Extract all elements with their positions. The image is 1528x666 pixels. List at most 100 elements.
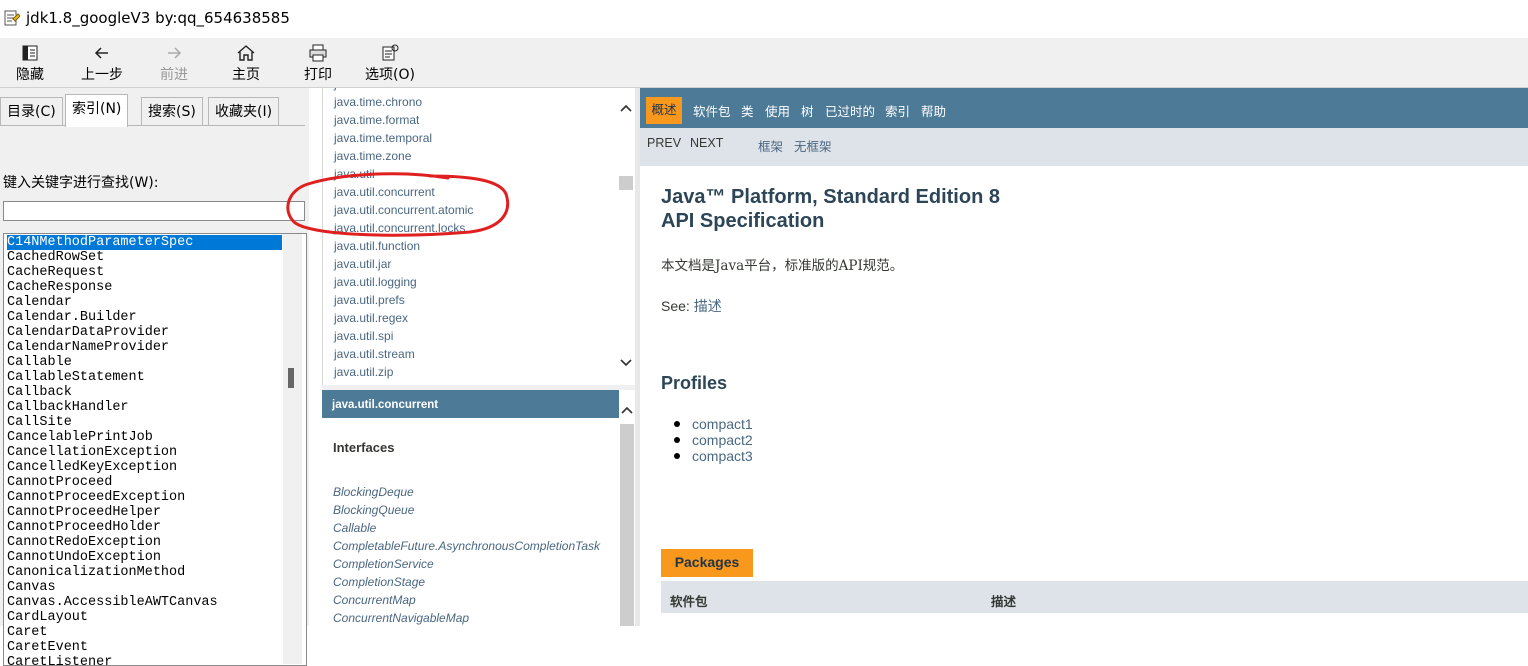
page-description: 本文档是Java平台，标准版的API规范。 [661,258,904,274]
nav-item-package[interactable]: 软件包 [693,101,731,120]
index-list-item[interactable]: CardLayout [7,610,282,625]
hide-icon [8,40,52,66]
tab-contents[interactable]: 目录(C) [0,97,63,126]
profiles-heading: Profiles [661,373,728,393]
index-list-item[interactable]: CannotProceedHelper [7,505,282,520]
top-nav-bar: 概述 软件包 类 使用 树 已过时的 索引 帮助 [640,88,1528,128]
print-icon [296,40,340,66]
options-button[interactable]: 选项(O) [360,38,420,87]
package-link[interactable]: java.util.prefs [334,291,405,309]
home-button[interactable]: 主页 [224,38,268,87]
tab-favorites[interactable]: 收藏夹(I) [208,97,280,126]
profile-link[interactable]: compact2 [674,432,753,448]
package-link[interactable]: java.util.spi [334,327,393,345]
interface-link[interactable]: BlockingDeque [333,483,414,501]
index-list-item[interactable]: CallableStatement [7,370,282,385]
interfaces-heading: Interfaces [333,440,395,455]
package-link[interactable]: java.time.chrono [334,93,422,111]
scroll-up-icon[interactable] [619,102,633,116]
index-list-item[interactable]: CaretListener [7,655,282,665]
index-list-item[interactable]: CalendarDataProvider [7,325,282,340]
index-list-item[interactable]: CalendarNameProvider [7,340,282,355]
nav-item-deprecated[interactable]: 已过时的 [825,101,875,120]
profile-link[interactable]: compact1 [674,416,753,432]
index-list-item[interactable]: CacheResponse [7,280,282,295]
prev-link[interactable]: PREV [647,136,681,150]
class-list-frame: java.util.concurrent Interfaces Blocking… [322,390,619,626]
page-title-line2: API Specification [661,210,825,232]
tab-index[interactable]: 索引(N) [65,94,129,127]
packages-tab: Packages [661,549,753,577]
profile-label[interactable]: compact1 [692,416,753,432]
index-list-item[interactable]: C14NMethodParameterSpec [7,235,282,250]
index-list-item[interactable]: CancelablePrintJob [7,430,282,445]
nav-item-index[interactable]: 索引 [885,101,910,120]
index-list-item[interactable]: CallSite [7,415,282,430]
index-list-item[interactable]: CannotRedoException [7,535,282,550]
scroll-up-icon[interactable] [620,404,634,418]
see-line: See: 描述 [661,296,722,316]
index-list-item[interactable]: Caret [7,625,282,640]
index-list-item[interactable]: Canvas.AccessibleAWTCanvas [7,595,282,610]
sub-nav-bar: PREV NEXT 框架 无框架 [640,128,1528,166]
nav-item-help[interactable]: 帮助 [921,101,946,120]
forward-button[interactable]: 前进 [152,38,196,87]
keyword-input[interactable] [3,201,305,221]
profile-label[interactable]: compact3 [692,448,753,464]
index-list-item[interactable]: CacheRequest [7,265,282,280]
hide-button[interactable]: 隐藏 [8,38,52,87]
nav-overview[interactable]: 概述 [646,97,682,124]
index-list-item[interactable]: CannotProceedHolder [7,520,282,535]
interface-link[interactable]: CompletableFuture.AsynchronousCompletion… [333,537,600,555]
index-list-item[interactable]: Callable [7,355,282,370]
nav-item-use[interactable]: 使用 [765,101,790,120]
print-button[interactable]: 打印 [296,38,340,87]
index-list-item[interactable]: Calendar.Builder [7,310,282,325]
see-description-link[interactable]: 描述 [694,298,722,314]
index-list-item[interactable]: CaretEvent [7,640,282,655]
package-link[interactable]: java.time.temporal [334,129,432,147]
interface-link[interactable]: CompletionStage [333,573,425,591]
package-link[interactable]: java.util.zip [334,363,393,381]
scroll-down-icon[interactable] [619,355,633,369]
index-list-item[interactable]: CallbackHandler [7,400,282,415]
index-list-item[interactable]: CancellationException [7,445,282,460]
interface-link[interactable]: BlockingQueue [333,501,414,519]
profile-label[interactable]: compact2 [692,432,753,448]
package-list-scrollbar[interactable] [617,88,635,385]
back-button[interactable]: 上一步 [74,38,130,87]
interface-link[interactable]: ConcurrentMap [333,591,416,609]
package-link[interactable]: java.time.format [334,111,419,129]
package-link[interactable]: java.util.logging [334,273,417,291]
interface-link[interactable]: ConcurrentNavigableMap [333,609,469,626]
nav-item-class[interactable]: 类 [741,101,754,120]
class-list-scroll-thumb[interactable] [620,424,634,626]
package-list-scroll-thumb[interactable] [619,176,633,190]
index-list-item[interactable]: Calendar [7,295,282,310]
nav-item-tree[interactable]: 树 [801,101,814,120]
class-list-package-name[interactable]: java.util.concurrent [322,399,438,411]
class-list-header: java.util.concurrent [322,390,619,418]
interface-link[interactable]: Callable [333,519,376,537]
index-list-item[interactable]: Canvas [7,580,282,595]
interface-link[interactable]: CompletionService [333,555,434,573]
index-list-item[interactable]: CannotProceedException [7,490,282,505]
no-frames-link[interactable]: 无框架 [794,136,832,155]
index-list[interactable]: C14NMethodParameterSpec CachedRowSet Cache… [3,233,307,666]
profile-link[interactable]: compact3 [674,448,753,464]
index-list-item[interactable]: CachedRowSet [7,250,282,265]
index-list-scroll-thumb[interactable] [288,368,294,388]
package-link[interactable]: java.util.regex [334,309,408,327]
package-link[interactable]: java.util.stream [334,345,415,363]
index-list-item[interactable]: CannotUndoException [7,550,282,565]
frames-link[interactable]: 框架 [758,136,783,155]
index-list-scrollbar[interactable] [283,234,302,664]
index-list-item[interactable]: CancelledKeyException [7,460,282,475]
next-link[interactable]: NEXT [690,136,723,150]
tab-search[interactable]: 搜索(S) [141,97,203,126]
package-link[interactable]: java.util.jar [334,255,391,273]
index-list-item[interactable]: Callback [7,385,282,400]
package-link[interactable]: java.time.zone [334,147,411,165]
index-list-item[interactable]: CanonicalizationMethod [7,565,282,580]
index-list-item[interactable]: CannotProceed [7,475,282,490]
